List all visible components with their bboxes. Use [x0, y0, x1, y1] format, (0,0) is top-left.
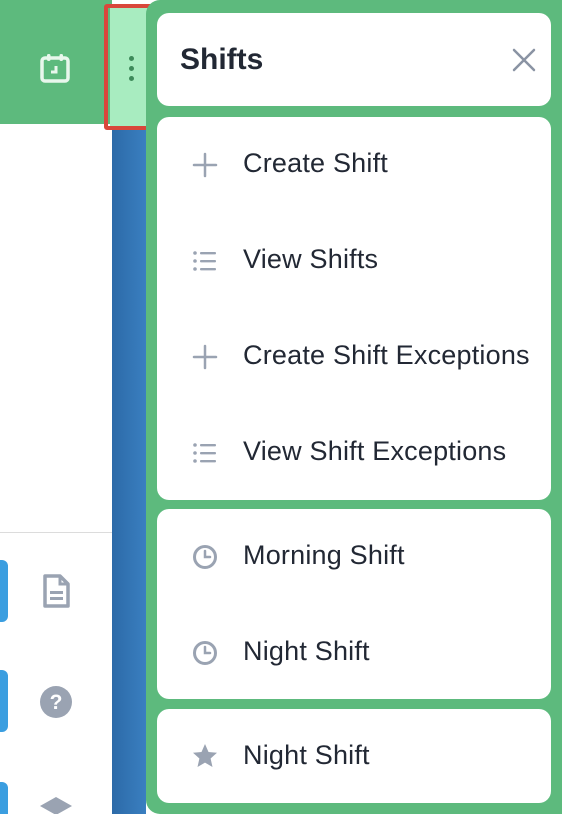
calendar-icon[interactable]	[39, 52, 71, 84]
sidebar-stripe	[112, 124, 146, 814]
layers-icon[interactable]	[38, 794, 74, 814]
star-icon	[193, 744, 217, 767]
list-icon	[193, 251, 216, 271]
menu-item-night-shift[interactable]: Night Shift	[157, 605, 551, 701]
plus-icon	[192, 344, 218, 370]
divider	[0, 532, 112, 533]
menu-section: Night Shift	[157, 709, 551, 803]
list-icon	[193, 443, 216, 463]
clock-icon	[193, 545, 217, 569]
help-icon[interactable]: ?	[38, 684, 74, 720]
svg-text:?: ?	[50, 691, 63, 714]
nav-tab[interactable]	[0, 670, 8, 732]
menu-item-label: Create Shift	[243, 148, 388, 178]
menu-item-label: View Shift Exceptions	[243, 436, 507, 466]
menu-item-favorite-night-shift[interactable]: Night Shift	[157, 709, 551, 803]
menu-item-label: Night Shift	[243, 740, 370, 770]
menu-item-label: View Shifts	[243, 244, 379, 274]
plus-icon	[192, 152, 218, 178]
menu-item-create-shift-exceptions[interactable]: Create Shift Exceptions	[157, 309, 551, 405]
menu-item-morning-shift[interactable]: Morning Shift	[157, 509, 551, 605]
clock-icon	[193, 641, 217, 665]
menu-item-label: Morning Shift	[243, 540, 405, 570]
menu-item-label: Create Shift Exceptions	[243, 340, 530, 370]
nav-tab[interactable]	[0, 782, 8, 814]
panel-header: Shifts	[157, 13, 551, 106]
menu-section: Create Shift View Shifts Create Shift Ex…	[157, 117, 551, 500]
close-icon[interactable]	[511, 47, 537, 73]
menu-item-view-shifts[interactable]: View Shifts	[157, 213, 551, 309]
menu-item-view-shift-exceptions[interactable]: View Shift Exceptions	[157, 405, 551, 501]
menu-item-label: Night Shift	[243, 636, 370, 666]
page-title: Shifts	[180, 43, 264, 76]
menu-section: Morning Shift Night Shift	[157, 509, 551, 699]
menu-item-create-shift[interactable]: Create Shift	[157, 117, 551, 213]
nav-tab[interactable]	[0, 560, 8, 622]
app-header	[0, 0, 112, 124]
document-icon[interactable]	[38, 573, 74, 609]
